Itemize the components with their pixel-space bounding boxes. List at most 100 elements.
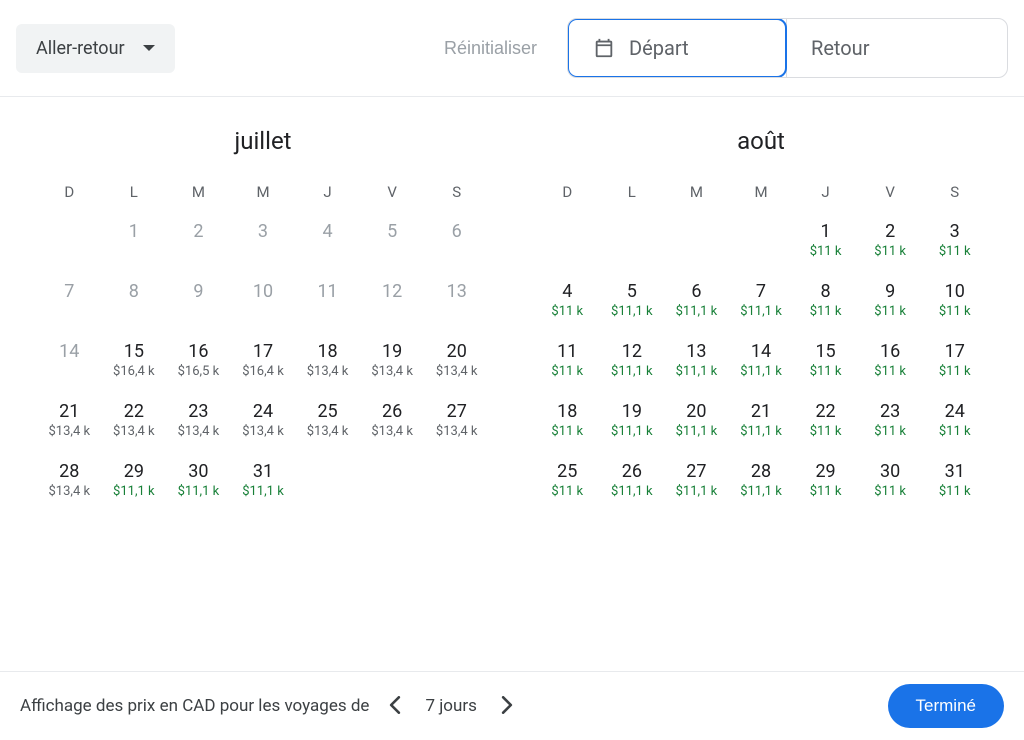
day-number: 1 <box>794 221 857 242</box>
calendar-day[interactable]: 5$11,1 k <box>601 275 664 335</box>
calendar-day[interactable]: 2$11 k <box>859 215 922 275</box>
calendar-day[interactable]: 20$13,4 k <box>425 335 488 395</box>
calendar-day[interactable]: 17$16,4 k <box>232 335 295 395</box>
day-price: $11,1 k <box>665 304 728 319</box>
calendar-day[interactable]: 15$16,4 k <box>103 335 166 395</box>
calendar-day[interactable]: 31$11 k <box>923 455 986 515</box>
day-number: 22 <box>794 401 857 422</box>
calendar-day[interactable]: 1$11 k <box>794 215 857 275</box>
day-price: $16,4 k <box>232 364 295 379</box>
next-duration-button[interactable] <box>491 690 523 723</box>
calendar-day[interactable]: 19$13,4 k <box>361 335 424 395</box>
calendar-day[interactable]: 24$13,4 k <box>232 395 295 455</box>
day-number: 25 <box>536 461 599 482</box>
calendar-day[interactable]: 12$11,1 k <box>601 335 664 395</box>
calendar-day[interactable]: 25 $11 k <box>536 455 599 515</box>
calendar-day[interactable]: 16$16,5 k <box>167 335 230 395</box>
day-number: 21 <box>730 401 793 422</box>
calendar-day[interactable]: 28$11,1 k <box>730 455 793 515</box>
day-price: $11 k <box>536 304 599 319</box>
day-number: 11 <box>536 341 599 362</box>
day-of-week-header: M <box>232 175 295 215</box>
calendar-day[interactable]: 22$13,4 k <box>103 395 166 455</box>
calendar-day[interactable]: 9$11 k <box>859 275 922 335</box>
calendar-day[interactable]: 8$11 k <box>794 275 857 335</box>
calendar-day[interactable]: 29$11,1 k <box>103 455 166 515</box>
calendar-day[interactable]: 3$11 k <box>923 215 986 275</box>
calendar-day[interactable]: 21 $11,1 k <box>730 395 793 455</box>
calendar-day[interactable]: 31$11,1 k <box>232 455 295 515</box>
calendar-day[interactable]: 30$11 k <box>859 455 922 515</box>
calendar-day[interactable]: 18$11 k <box>536 395 599 455</box>
day-price: $11,1 k <box>665 484 728 499</box>
depart-field[interactable]: Départ <box>567 18 787 78</box>
day-of-week-header: M <box>665 175 728 215</box>
day-number: 28 <box>38 461 101 482</box>
calendar-day[interactable]: 13$11,1 k <box>665 335 728 395</box>
calendar-day[interactable]: 25 $13,4 k <box>296 395 359 455</box>
day-price: $11 k <box>536 364 599 379</box>
empty-day <box>665 215 728 275</box>
calendar-day[interactable]: 21$13,4 k <box>38 395 101 455</box>
date-range-inputs: Départ Retour <box>567 18 1008 78</box>
footer-text: Affichage des prix en CAD pour les voyag… <box>20 696 369 716</box>
calendar-day[interactable]: 27$13,4 k <box>425 395 488 455</box>
calendar-day[interactable]: 23$13,4 k <box>167 395 230 455</box>
trip-type-select[interactable]: Aller-retour <box>16 24 175 73</box>
day-price: $11 k <box>923 484 986 499</box>
day-number: 10 <box>923 281 986 302</box>
day-number: 17 <box>923 341 986 362</box>
calendar-day[interactable]: 10$11 k <box>923 275 986 335</box>
day-number: 26 <box>361 401 424 422</box>
calendar-day[interactable]: 28$13,4 k <box>38 455 101 515</box>
calendar-day[interactable]: 11 $11 k <box>536 335 599 395</box>
calendar-day[interactable]: 26$11,1 k <box>601 455 664 515</box>
duration-label: 7 jours <box>421 696 480 716</box>
day-number: 23 <box>167 401 230 422</box>
depart-label: Départ <box>629 36 689 60</box>
prev-duration-button[interactable] <box>379 690 411 723</box>
day-number: 13 <box>665 341 728 362</box>
calendar-day[interactable]: 4$11 k <box>536 275 599 335</box>
day-number: 26 <box>601 461 664 482</box>
calendar-day: 10 <box>232 275 295 335</box>
day-price: $11,1 k <box>232 484 295 499</box>
calendar-day[interactable]: 26$13,4 k <box>361 395 424 455</box>
done-button[interactable]: Terminé <box>888 684 1004 728</box>
calendar-day[interactable]: 14$11,1 k <box>730 335 793 395</box>
day-price: $11,1 k <box>730 424 793 439</box>
day-number: 18 <box>296 341 359 362</box>
month-title: juillet <box>38 127 488 155</box>
calendar-day: 13 <box>425 275 488 335</box>
day-number: 11 <box>296 281 359 302</box>
calendar-day[interactable]: 16$11 k <box>859 335 922 395</box>
day-price: $11 k <box>859 484 922 499</box>
calendar-day[interactable]: 6$11,1 k <box>665 275 728 335</box>
day-price: $11 k <box>923 424 986 439</box>
calendar-day: 8 <box>103 275 166 335</box>
day-price: $13,4 k <box>296 424 359 439</box>
day-price: $11,1 k <box>601 364 664 379</box>
return-field[interactable]: Retour <box>787 19 1007 77</box>
day-number: 9 <box>859 281 922 302</box>
day-price: $11,1 k <box>730 304 793 319</box>
calendar-day[interactable]: 15$11 k <box>794 335 857 395</box>
day-price: $11 k <box>536 484 599 499</box>
empty-day <box>536 215 599 275</box>
calendar-day[interactable]: 22$11 k <box>794 395 857 455</box>
day-number: 2 <box>859 221 922 242</box>
calendar-day[interactable]: 24$11 k <box>923 395 986 455</box>
calendar-day[interactable]: 19$11,1 k <box>601 395 664 455</box>
calendar-day: 12 <box>361 275 424 335</box>
calendar-day[interactable]: 7$11,1 k <box>730 275 793 335</box>
day-number: 8 <box>103 281 166 302</box>
calendar-day[interactable]: 27$11,1 k <box>665 455 728 515</box>
calendar-day[interactable]: 23$11 k <box>859 395 922 455</box>
calendar-day[interactable]: 30$11,1 k <box>167 455 230 515</box>
day-number: 14 <box>38 341 101 362</box>
day-number: 25 <box>296 401 359 422</box>
calendar-day[interactable]: 29$11 k <box>794 455 857 515</box>
calendar-day[interactable]: 20$11,1 k <box>665 395 728 455</box>
calendar-day[interactable]: 18$13,4 k <box>296 335 359 395</box>
calendar-day[interactable]: 17$11 k <box>923 335 986 395</box>
